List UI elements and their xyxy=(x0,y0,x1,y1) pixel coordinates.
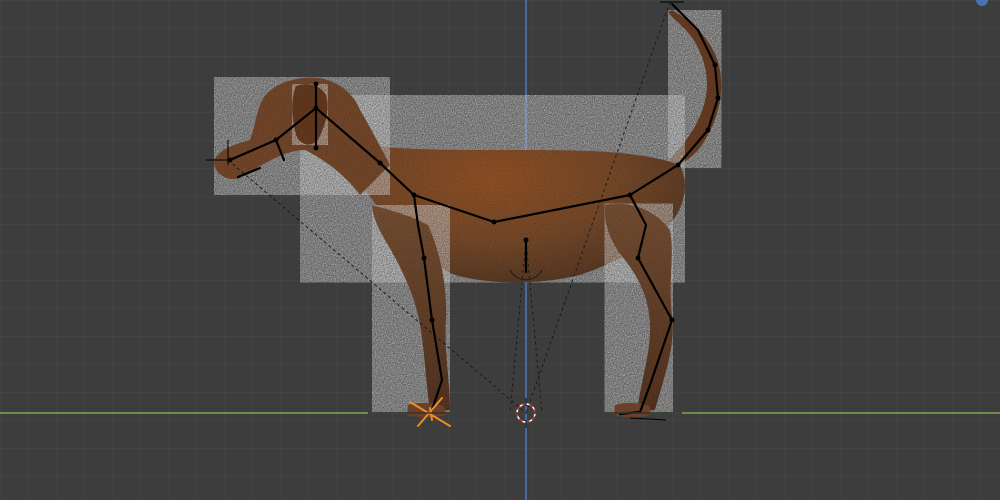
viewport-scene[interactable] xyxy=(0,0,1000,500)
3d-viewport[interactable] xyxy=(0,0,1000,500)
